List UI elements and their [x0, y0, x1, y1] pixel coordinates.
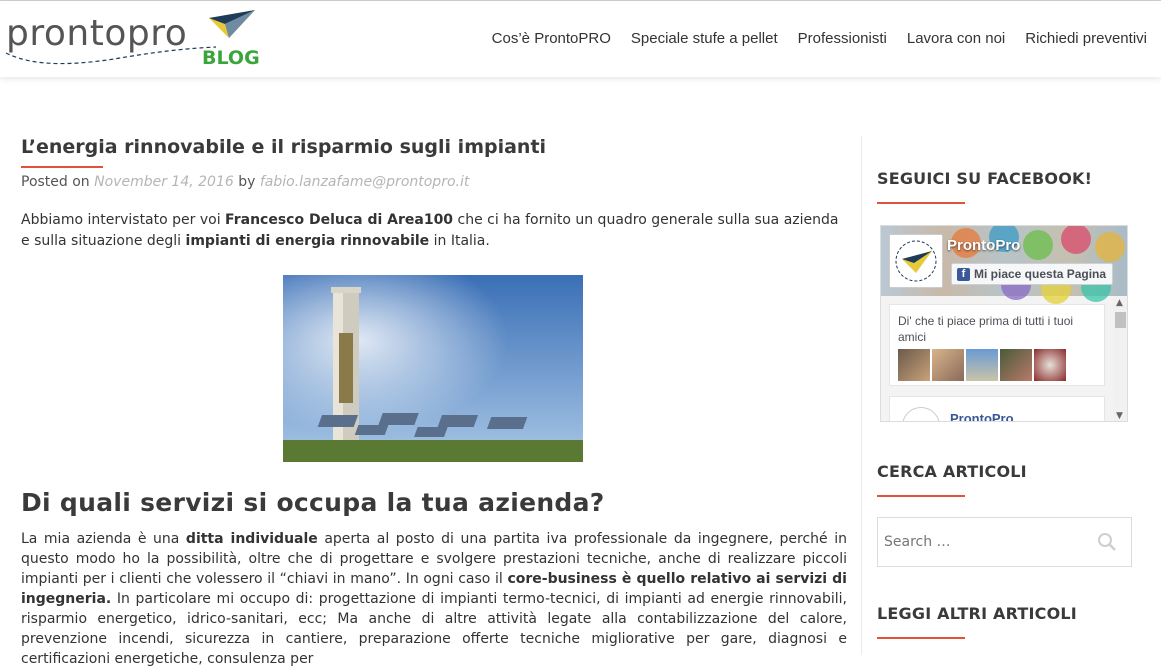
- intro-paragraph: Abbiamo intervistato per voi Francesco D…: [21, 212, 839, 249]
- fb-friends-card: Di' che ti piace prima di tutti i tuoi a…: [889, 304, 1105, 386]
- facebook-page-widget[interactable]: ProntoPro f Mi piace questa Pagina Di' c…: [880, 225, 1128, 422]
- search-widget-title: CERCA ARTICOLI: [877, 462, 1027, 481]
- facebook-widget-title: SEGUICI SU FACEBOOK!: [877, 169, 1093, 188]
- main-navigation: Cos’è ProntoPRO Speciale stufe a pellet …: [472, 30, 1147, 47]
- nav-item-stufe-pellet[interactable]: Speciale stufe a pellet: [631, 30, 778, 47]
- paper-plane-icon: [209, 10, 255, 38]
- nav-item-lavora-con-noi[interactable]: Lavora con noi: [907, 30, 1005, 47]
- friend-avatar[interactable]: [1000, 349, 1032, 381]
- fb-page-avatar[interactable]: [889, 234, 943, 288]
- nav-item-professionisti[interactable]: Professionisti: [798, 30, 887, 47]
- more-articles-widget-title: LEGGI ALTRI ARTICOLI: [877, 604, 1077, 623]
- search-icon[interactable]: [1097, 532, 1117, 552]
- scroll-down-icon[interactable]: ▼: [1116, 411, 1123, 421]
- nav-item-cose-prontopro[interactable]: Cos’è ProntoPRO: [492, 30, 611, 47]
- logo-dashed-path: [5, 46, 217, 65]
- fb-like-label: Mi piace questa Pagina: [974, 267, 1107, 281]
- search-form: [877, 517, 1132, 567]
- search-input[interactable]: [879, 519, 1079, 565]
- fb-scrollbar[interactable]: ▲ ▼: [1113, 296, 1127, 421]
- fb-like-button[interactable]: f Mi piace questa Pagina: [951, 263, 1114, 285]
- post-date-link[interactable]: November 14, 2016: [94, 174, 234, 190]
- posted-on-label: Posted on: [21, 174, 90, 190]
- friend-avatar[interactable]: [898, 349, 930, 381]
- search-title-underline: [877, 495, 965, 497]
- logo-blog-label: BLOG: [202, 47, 260, 69]
- section-heading: Di quali servizi si occupa la tua aziend…: [21, 488, 605, 517]
- post-meta: Posted on November 14, 2016 by fabio.lan…: [21, 174, 847, 190]
- solar-tower-image: [283, 275, 583, 462]
- post-author-link[interactable]: fabio.lanzafame@prontopro.it: [260, 174, 470, 190]
- sidebar-divider: [861, 136, 862, 655]
- fb-page-name[interactable]: ProntoPro: [947, 237, 1020, 254]
- article: L’energia rinnovabile e il risparmio sug…: [21, 136, 847, 669]
- more-articles-title-underline: [877, 637, 965, 639]
- fb-post-avatar: [902, 407, 940, 421]
- friend-avatar[interactable]: [1034, 349, 1066, 381]
- fb-post-preview: ProntoPro: [889, 396, 1105, 421]
- prontopro-logo-icon: [895, 240, 937, 282]
- facebook-icon: f: [957, 268, 970, 281]
- friend-avatar[interactable]: [966, 349, 998, 381]
- by-label: by: [238, 174, 256, 190]
- scroll-up-icon[interactable]: ▲: [1116, 298, 1123, 308]
- friend-avatar[interactable]: [932, 349, 964, 381]
- fb-friends-text: Di' che ti piace prima di tutti i tuoi a…: [898, 314, 1074, 344]
- title-underline: [21, 166, 103, 168]
- fb-friends-avatars: [898, 349, 1068, 381]
- site-logo[interactable]: prontopro BLOG: [4, 7, 266, 69]
- facebook-title-underline: [877, 202, 965, 204]
- post-title[interactable]: L’energia rinnovabile e il risparmio sug…: [21, 136, 847, 158]
- fb-post-page-name[interactable]: ProntoPro: [950, 411, 1014, 421]
- nav-item-richiedi-preventivi[interactable]: Richiedi preventivi: [1025, 30, 1147, 47]
- body-paragraph: La mia azienda è una ditta individuale a…: [21, 531, 847, 667]
- scroll-thumb[interactable]: [1115, 312, 1126, 328]
- site-header: prontopro BLOG Cos’è ProntoPRO Speciale …: [0, 1, 1161, 77]
